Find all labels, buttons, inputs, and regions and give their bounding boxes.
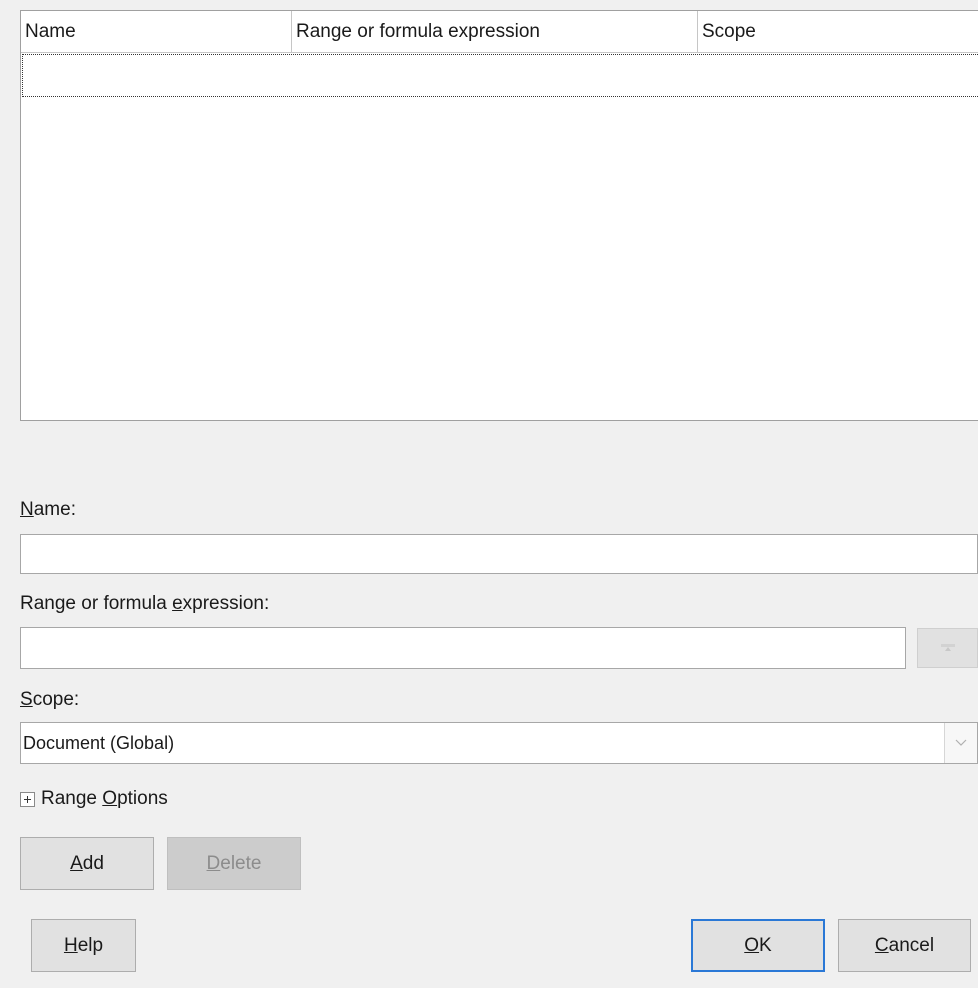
name-label: Name: — [20, 499, 76, 520]
names-list[interactable]: Name Range or formula expression Scope — [20, 10, 978, 421]
name-input[interactable] — [20, 534, 978, 574]
help-button[interactable]: Help — [31, 919, 136, 972]
add-button[interactable]: Add — [20, 837, 154, 890]
scope-label: Scope: — [20, 689, 80, 710]
ok-button[interactable]: OK — [691, 919, 825, 972]
shrink-icon — [940, 644, 955, 651]
shrink-button[interactable] — [917, 628, 978, 668]
column-header-range[interactable]: Range or formula expression — [291, 11, 697, 52]
cancel-button[interactable]: Cancel — [838, 919, 971, 972]
column-header-name[interactable]: Name — [21, 11, 291, 52]
column-header-scope[interactable]: Scope — [697, 11, 978, 52]
range-options-label: Range Options — [41, 788, 168, 809]
list-focus-row[interactable] — [22, 54, 978, 97]
list-header: Name Range or formula expression Scope — [21, 11, 978, 53]
scope-combobox[interactable]: Document (Global) — [20, 722, 978, 764]
delete-button[interactable]: Delete — [167, 837, 301, 890]
scope-selected-value: Document (Global) — [23, 733, 175, 753]
chevron-down-icon — [955, 739, 967, 746]
range-input[interactable] — [20, 627, 906, 669]
plus-box-icon[interactable] — [20, 791, 35, 807]
range-options-expander[interactable]: Range Options — [20, 786, 168, 812]
scope-dropdown-button[interactable] — [944, 723, 977, 763]
range-label: Range or formula expression: — [20, 593, 270, 614]
